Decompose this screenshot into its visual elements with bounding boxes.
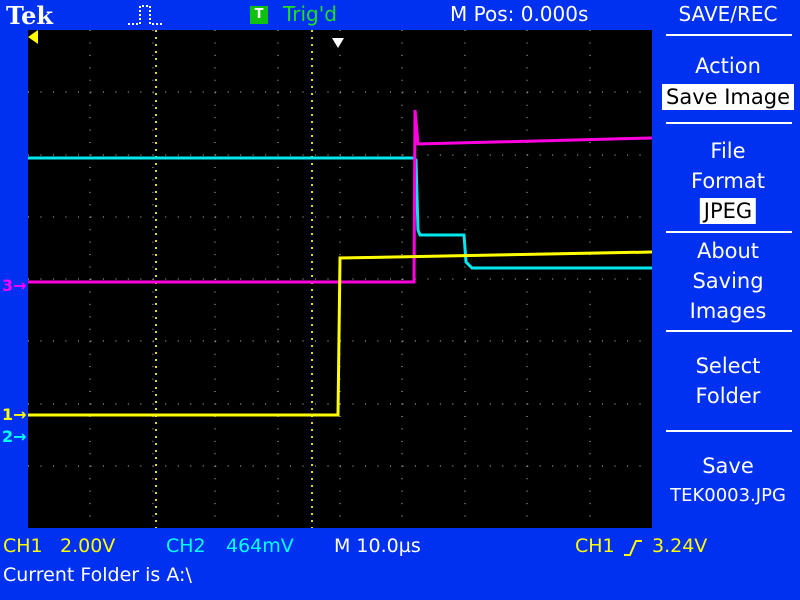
ch2-marker-label: 2 [2,427,14,446]
acquisition-pulse-icon [128,5,162,25]
ch1-scale: 2.00V [60,535,116,557]
trigger-level: 3.24V [652,535,708,557]
menu-divider [666,34,792,36]
ch2-ground-marker: 2→ [2,427,27,446]
trigger-status-badge: T [250,6,268,24]
menu-divider [666,430,792,432]
trigger-position-marker [332,38,344,48]
menu-divider [666,122,792,124]
trigger-status: Trig'd [283,2,337,26]
ch3-marker-label: 3 [2,276,14,295]
ch2-scale: 464mV [226,535,294,557]
current-folder: Current Folder is A:\ [3,564,192,586]
menu-divider [666,231,792,233]
menu-divider [666,330,792,332]
save-button[interactable]: Save [656,451,800,481]
ch1-trace [28,250,652,417]
trigger-level-arrow-icon [28,30,38,44]
status-bar: CH1 2.00V CH2 464mV M 10.0µs CH1 3.24V C… [0,535,800,600]
ch2-trace [28,156,652,270]
ch1-marker-label: 1 [2,405,14,424]
marker-arrow-icon: → [13,427,27,446]
header-bar: Tek T Trig'd M Pos: 0.000s [0,0,656,30]
ch3-trace [28,109,652,284]
file-format-label-2[interactable]: Format [656,166,800,196]
trigger-source: CH1 [575,535,615,557]
select-folder-button[interactable]: Select [656,351,800,381]
file-format-value[interactable]: JPEG [699,198,757,224]
brand-logo: Tek [6,1,54,30]
timebase: M 10.0µs [334,535,421,557]
action-label[interactable]: Action [656,51,800,81]
save-filename[interactable]: TEK0003.JPG [656,481,800,511]
select-folder-line2[interactable]: Folder [656,381,800,411]
about-saving-images-line3[interactable]: Images [656,296,800,326]
marker-arrow-icon: → [13,276,27,295]
ch3-ground-marker: 3→ [2,276,27,295]
side-menu: SAVE/REC Action Save Image File Format J… [656,0,800,535]
about-saving-images-line2[interactable]: Saving [656,266,800,296]
ch1-ground-marker: 1→ [2,405,27,424]
action-value[interactable]: Save Image [662,84,794,110]
menu-title: SAVE/REC [678,2,778,26]
ch2-label: CH2 [166,535,206,557]
about-saving-images-button[interactable]: About [656,236,800,266]
marker-arrow-icon: → [13,405,27,424]
horizontal-position: M Pos: 0.000s [450,2,589,26]
rising-edge-icon [624,540,642,556]
file-format-label[interactable]: File [656,136,800,166]
waveform-display [28,30,652,528]
graticule-and-traces [28,30,652,528]
ch1-label: CH1 [3,535,43,557]
